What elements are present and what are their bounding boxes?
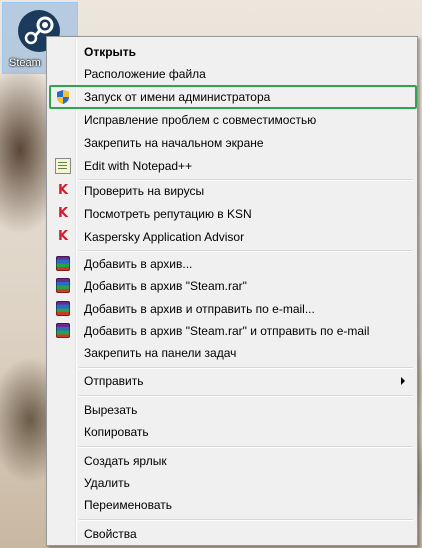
menu-item-label: Открыть bbox=[84, 45, 137, 59]
menu-item-cut[interactable]: Вырезать bbox=[49, 399, 415, 421]
menu-item-label: Добавить в архив "Steam.rar" и отправить… bbox=[84, 324, 370, 338]
menu-separator bbox=[79, 395, 413, 397]
menu-item-label: Добавить в архив "Steam.rar" bbox=[84, 279, 247, 293]
menu-item-label: Вырезать bbox=[84, 403, 138, 417]
menu-item-add-archive-named[interactable]: Добавить в архив "Steam.rar" bbox=[49, 275, 415, 297]
menu-item-label: Копировать bbox=[84, 425, 149, 439]
menu-item-label: Закрепить на панели задач bbox=[84, 346, 237, 360]
menu-item-label: Проверить на вирусы bbox=[84, 184, 205, 198]
menu-item-label: Исправление проблем с совместимостью bbox=[84, 113, 317, 127]
menu-item-kaspersky-advisor[interactable]: K Kaspersky Application Advisor bbox=[49, 226, 415, 248]
menu-item-label: Расположение файла bbox=[84, 67, 206, 81]
menu-separator bbox=[79, 446, 413, 448]
context-menu: Открыть Расположение файла Запуск от име… bbox=[46, 36, 418, 546]
menu-item-label: Добавить в архив... bbox=[84, 257, 193, 271]
menu-item-label: Отправить bbox=[84, 374, 144, 388]
menu-item-notepad[interactable]: Edit with Notepad++ bbox=[49, 155, 415, 177]
menu-item-scan[interactable]: K Проверить на вирусы bbox=[49, 180, 415, 202]
highlight-box bbox=[49, 85, 417, 109]
menu-item-compatibility[interactable]: Исправление проблем с совместимостью bbox=[49, 109, 415, 131]
menu-item-label: Edit with Notepad++ bbox=[84, 159, 193, 173]
submenu-arrow-icon bbox=[401, 377, 405, 385]
winrar-books-icon bbox=[56, 323, 70, 338]
menu-item-label: Свойства bbox=[84, 527, 137, 541]
menu-item-label: Создать ярлык bbox=[84, 454, 167, 468]
winrar-books-icon bbox=[56, 278, 70, 293]
winrar-books-icon bbox=[56, 301, 70, 316]
menu-item-copy[interactable]: Копировать bbox=[49, 421, 415, 443]
menu-item-label: Kaspersky Application Advisor bbox=[84, 230, 245, 244]
menu-item-add-archive[interactable]: Добавить в архив... bbox=[49, 253, 415, 275]
menu-item-ksn[interactable]: K Посмотреть репутацию в KSN bbox=[49, 203, 415, 225]
menu-separator bbox=[79, 250, 413, 252]
menu-item-open[interactable]: Открыть bbox=[49, 41, 415, 63]
menu-item-delete[interactable]: Удалить bbox=[49, 472, 415, 494]
menu-item-archive-email[interactable]: Добавить в архив и отправить по e-mail..… bbox=[49, 298, 415, 320]
menu-item-label: Переименовать bbox=[84, 498, 172, 512]
menu-item-label: Посмотреть репутацию в KSN bbox=[84, 207, 252, 221]
menu-item-label: Добавить в архив и отправить по e-mail..… bbox=[84, 302, 315, 316]
notepad-plus-plus-icon bbox=[55, 158, 71, 174]
menu-item-label: Закрепить на начальном экране bbox=[84, 136, 264, 150]
menu-item-pin-start[interactable]: Закрепить на начальном экране bbox=[49, 132, 415, 154]
menu-separator bbox=[79, 367, 413, 369]
menu-item-pin-taskbar[interactable]: Закрепить на панели задач bbox=[49, 342, 415, 364]
menu-item-properties[interactable]: Свойства bbox=[49, 523, 415, 545]
kaspersky-k-icon: K bbox=[57, 229, 69, 244]
menu-item-label: Удалить bbox=[84, 476, 130, 490]
menu-item-rename[interactable]: Переименовать bbox=[49, 494, 415, 516]
kaspersky-k-icon: K bbox=[57, 183, 69, 198]
desktop-icon-label: Steam bbox=[9, 57, 41, 69]
kaspersky-k-icon: K bbox=[57, 206, 69, 221]
menu-item-file-location[interactable]: Расположение файла bbox=[49, 63, 415, 85]
menu-separator bbox=[79, 519, 413, 521]
menu-item-send-to[interactable]: Отправить bbox=[49, 370, 415, 392]
winrar-books-icon bbox=[56, 256, 70, 271]
menu-item-archive-named-email[interactable]: Добавить в архив "Steam.rar" и отправить… bbox=[49, 320, 415, 342]
menu-item-create-shortcut[interactable]: Создать ярлык bbox=[49, 450, 415, 472]
